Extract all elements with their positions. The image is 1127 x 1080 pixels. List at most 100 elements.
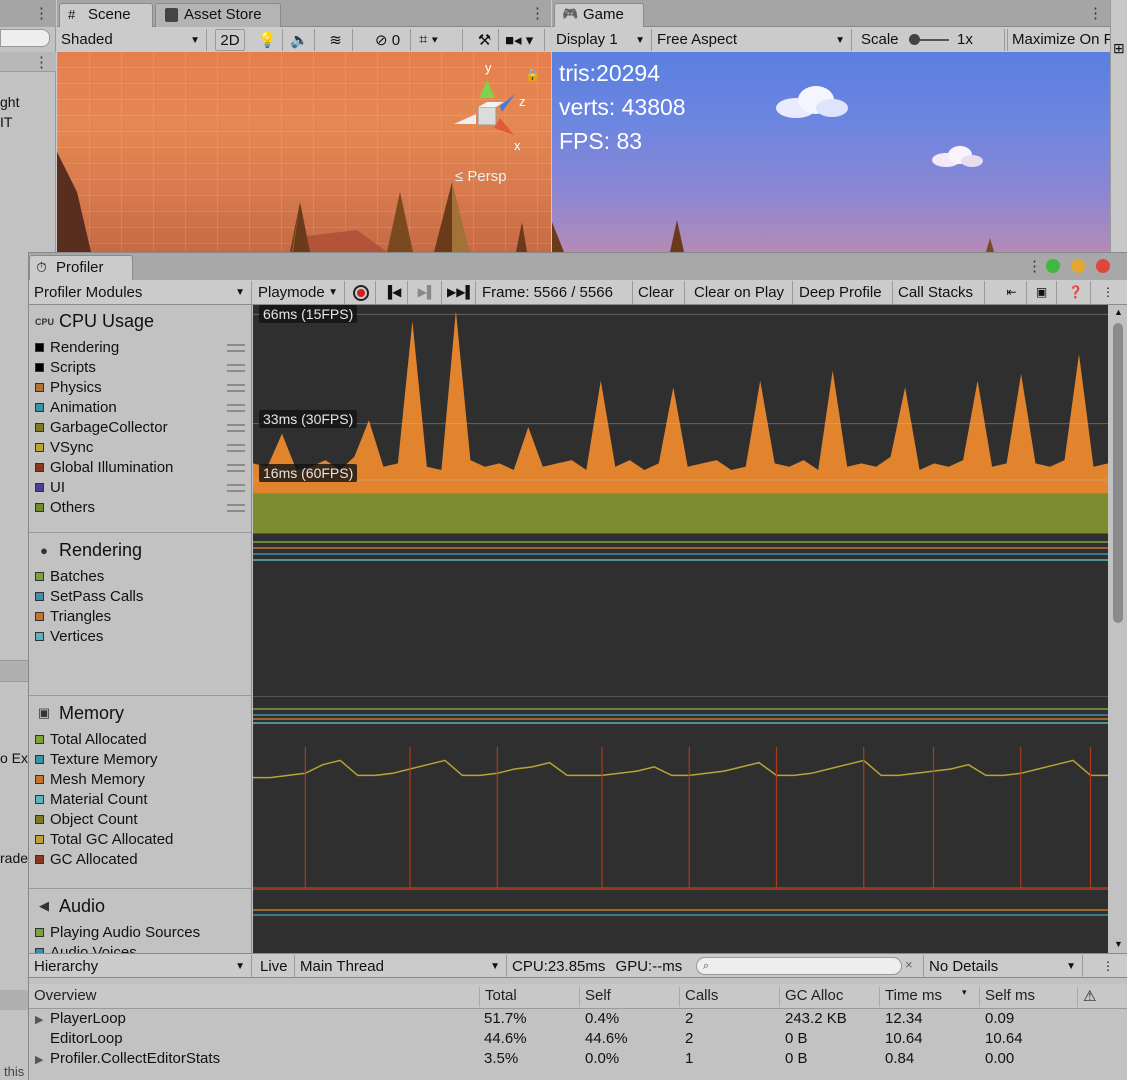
clear-on-play-toggle[interactable]: Clear on Play [689, 281, 793, 304]
search-input[interactable]: ⌕ [696, 957, 902, 975]
drag-handle-icon[interactable] [227, 344, 245, 352]
camera-dropdown[interactable]: ■◂ ▾ [501, 29, 545, 51]
view-type-dropdown[interactable]: Hierarchy ▼ [29, 955, 252, 978]
legend-item[interactable]: Total GC Allocated [35, 831, 249, 851]
kebab-menu-icon[interactable]: ⋮ [1088, 6, 1103, 21]
kebab-menu-icon[interactable]: ⋮ [530, 6, 545, 21]
table-row[interactable]: ▶ PlayerLoop 51.7% 0.4% 2 243.2 KB 12.34 0.09 [29, 1010, 1127, 1030]
legend-item[interactable]: SetPass Calls [35, 588, 249, 608]
playmode-dropdown[interactable]: Playmode ▼ [253, 281, 345, 304]
legend-item[interactable]: Total Allocated [35, 731, 249, 751]
scale-slider[interactable]: Scale 1x [857, 29, 1005, 51]
column-header-gc-alloc[interactable]: GC Alloc [779, 987, 879, 1007]
module-memory[interactable]: ▣ Memory Total Allocated Texture Memory Me… [29, 697, 251, 889]
legend-item[interactable]: Texture Memory [35, 751, 249, 771]
column-header-self[interactable]: Self [579, 987, 679, 1007]
drag-handle-icon[interactable] [227, 484, 245, 492]
column-header-calls[interactable]: Calls [679, 987, 779, 1007]
legend-item[interactable]: Physics [35, 379, 249, 399]
shading-mode-dropdown[interactable]: Shaded ▼ [57, 29, 207, 51]
expand-arrow-icon[interactable]: ▶ [35, 1013, 43, 1026]
maximize-on-play-toggle[interactable]: Maximize On P [1007, 29, 1110, 51]
close-window-icon[interactable] [1096, 259, 1110, 273]
legend-item[interactable]: Triangles [35, 608, 249, 628]
scroll-thumb[interactable] [1113, 323, 1123, 623]
audio-toggle[interactable]: 🔈 [285, 29, 315, 51]
legend-item[interactable]: Object Count [35, 811, 249, 831]
call-stacks-toggle[interactable]: Call Stacks [893, 281, 985, 304]
kebab-menu-icon[interactable]: ⋮ [1027, 259, 1042, 274]
cpu-usage-chart[interactable] [253, 305, 1108, 533]
table-row[interactable]: EditorLoop 44.6% 44.6% 2 0 B 10.64 10.64 [29, 1030, 1127, 1050]
column-header-overview[interactable]: Overview [29, 987, 97, 1007]
legend-item[interactable]: Mesh Memory [35, 771, 249, 791]
scroll-up-icon[interactable]: ▲ [1114, 307, 1123, 317]
kebab-menu-icon[interactable]: ⋮ [34, 55, 49, 70]
drag-handle-icon[interactable] [227, 444, 245, 452]
current-frame-button[interactable]: ▶▶▌ [446, 281, 476, 304]
clear-search-icon[interactable]: × [905, 957, 913, 972]
live-toggle[interactable]: Live [255, 955, 295, 978]
warning-column-icon[interactable]: ⚠ [1077, 987, 1127, 1007]
scene-view[interactable]: y z x 🔒 ≤ Persp [57, 52, 551, 252]
memory-chart[interactable] [253, 697, 1108, 889]
legend-item[interactable]: GarbageCollector [35, 419, 249, 439]
profiler-charts[interactable]: 66ms (15FPS) 33ms (30FPS) 16ms (60FPS) [253, 305, 1108, 953]
legend-item[interactable]: Playing Audio Sources [35, 924, 249, 944]
deep-profile-toggle[interactable]: Deep Profile [794, 281, 893, 304]
prev-frame-button[interactable]: ▐◀ [378, 281, 408, 304]
game-view[interactable]: tris:20294 verts: 43808 FPS: 83 [552, 52, 1110, 252]
drag-handle-icon[interactable]: ⊞ [1113, 40, 1125, 57]
scroll-down-icon[interactable]: ▼ [1114, 939, 1123, 949]
grid-snapping-dropdown[interactable]: ⌗ ▾ [415, 29, 463, 51]
column-header-self-ms[interactable]: Self ms [979, 987, 1077, 1007]
scene-visibility-toggle[interactable]: ⊘ 0 [371, 29, 411, 51]
display-dropdown[interactable]: Display 1 ▼ [552, 29, 652, 51]
slider-thumb[interactable] [909, 34, 920, 45]
effects-dropdown[interactable]: ≋ [319, 29, 353, 51]
drag-handle-icon[interactable] [227, 464, 245, 472]
lock-icon[interactable]: 🔒 [525, 68, 540, 82]
left-search-field[interactable] [0, 29, 50, 47]
expand-arrow-icon[interactable]: ▶ [35, 1053, 43, 1066]
lighting-toggle[interactable]: 💡 [253, 29, 283, 51]
tab-scene[interactable]: # Scene [59, 3, 153, 27]
legend-item[interactable]: Global Illumination [35, 459, 249, 479]
next-frame-button[interactable]: ▶▌ [412, 281, 442, 304]
thread-dropdown[interactable]: Main Thread ▼ [295, 955, 507, 978]
legend-item[interactable]: GC Allocated [35, 851, 249, 871]
drag-handle-icon[interactable] [227, 404, 245, 412]
table-row[interactable]: ▶ Profiler.CollectEditorStats 3.5% 0.0% 1 0 B… [29, 1050, 1127, 1070]
legend-item[interactable]: Animation [35, 399, 249, 419]
maximize-window-icon[interactable] [1046, 259, 1060, 273]
audio-chart[interactable] [253, 890, 1108, 953]
clear-button[interactable]: Clear [633, 281, 685, 304]
legend-item[interactable]: Scripts [35, 359, 249, 379]
drag-handle-icon[interactable] [227, 364, 245, 372]
profiler-menu-button[interactable]: ⋮ [1093, 281, 1123, 304]
tab-profiler[interactable]: ⏱ Profiler [29, 255, 133, 280]
rendering-chart[interactable] [253, 534, 1108, 696]
module-rendering[interactable]: ● Rendering Batches SetPass Calls Triangle… [29, 534, 251, 696]
kebab-menu-icon[interactable]: ⋮ [34, 6, 49, 21]
legend-item[interactable]: UI [35, 479, 249, 499]
column-header-total[interactable]: Total [479, 987, 579, 1007]
legend-item[interactable]: Material Count [35, 791, 249, 811]
legend-item[interactable]: Batches [35, 568, 249, 588]
record-button[interactable] [346, 281, 376, 304]
load-profile-button[interactable]: ⇤ [997, 281, 1027, 304]
profiler-modules-dropdown[interactable]: Profiler Modules ▼ [29, 281, 252, 304]
save-profile-button[interactable]: ▣ [1027, 281, 1057, 304]
tools-button[interactable]: ⚒ [471, 29, 499, 51]
legend-item[interactable]: VSync [35, 439, 249, 459]
module-audio[interactable]: ◀ Audio Playing Audio Sources Audio Voice… [29, 890, 251, 953]
drag-handle-icon[interactable] [227, 424, 245, 432]
legend-item[interactable]: Vertices [35, 628, 249, 648]
help-button[interactable]: ❓ [1061, 281, 1091, 304]
drag-handle-icon[interactable] [227, 504, 245, 512]
toggle-2d-button[interactable]: 2D [215, 29, 245, 51]
details-dropdown[interactable]: No Details ▼ [923, 955, 1083, 978]
minimize-window-icon[interactable] [1071, 259, 1085, 273]
profiler-scrollbar[interactable]: ▲ ▼ [1110, 305, 1127, 953]
drag-handle-icon[interactable] [227, 384, 245, 392]
